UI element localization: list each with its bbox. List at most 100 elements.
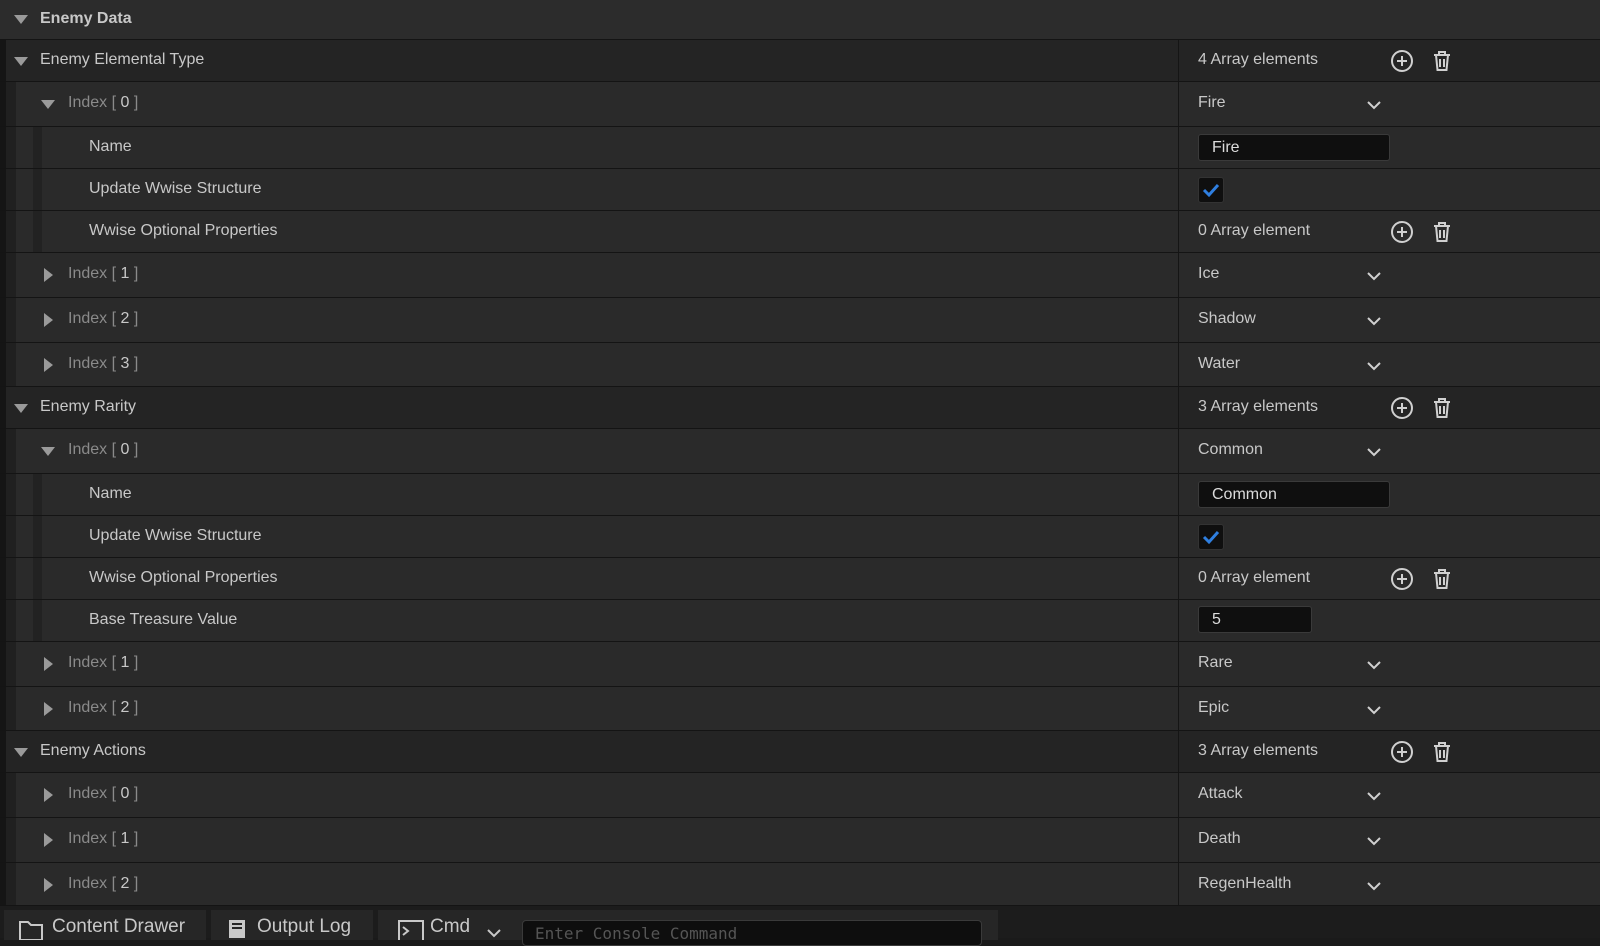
array-item[interactable]: Index [ 2 ] Shadow xyxy=(0,298,1600,343)
enum-dropdown-value[interactable]: RegenHealth xyxy=(1198,875,1291,893)
update-wwise-checkbox[interactable] xyxy=(1198,524,1224,550)
array-item[interactable]: Index [ 2 ] RegenHealth xyxy=(0,863,1600,906)
index-label: Index [ 2 ] xyxy=(68,310,139,327)
field-label: Wwise Optional Properties xyxy=(89,569,278,586)
field-row-update-wwise: Update Wwise Structure xyxy=(0,516,1600,558)
array-item[interactable]: Index [ 0 ] Common xyxy=(0,429,1600,474)
chevron-down-icon[interactable] xyxy=(1366,881,1382,891)
treasure-value-input[interactable]: 5 xyxy=(1198,606,1312,633)
index-label: Index [ 2 ] xyxy=(68,875,139,892)
index-label: Index [ 3 ] xyxy=(68,355,139,372)
name-input[interactable]: Common xyxy=(1198,481,1390,508)
chevron-down-icon[interactable] xyxy=(1366,791,1382,801)
collapse-arrow-icon[interactable] xyxy=(14,15,28,24)
array-count: 0 Array element xyxy=(1198,222,1311,239)
log-icon xyxy=(229,920,245,938)
category-title: Enemy Data xyxy=(40,10,132,27)
name-input[interactable]: Fire xyxy=(1198,134,1390,161)
expand-arrow-icon[interactable] xyxy=(44,358,53,372)
collapse-arrow-icon[interactable] xyxy=(41,447,55,456)
chevron-down-icon[interactable] xyxy=(1366,660,1382,670)
chevron-down-icon[interactable] xyxy=(1366,447,1382,457)
enum-dropdown-value[interactable]: Water xyxy=(1198,355,1240,373)
chevron-down-icon[interactable] xyxy=(1366,316,1382,326)
delete-all-icon[interactable] xyxy=(1430,396,1454,420)
array-item[interactable]: Index [ 3 ] Water xyxy=(0,343,1600,387)
field-label: Name xyxy=(89,138,132,155)
enum-dropdown-value[interactable]: Rare xyxy=(1198,654,1233,672)
add-element-icon[interactable] xyxy=(1390,396,1414,420)
details-panel: Enemy Data Enemy Elemental Type 4 Array … xyxy=(0,0,1600,906)
bottom-status-bar: Content Drawer Output Log Cmd Enter Cons… xyxy=(0,906,1600,946)
collapse-arrow-icon[interactable] xyxy=(14,748,28,757)
checkmark-icon xyxy=(1202,530,1220,545)
field-label: Base Treasure Value xyxy=(89,611,238,628)
content-drawer-button[interactable]: Content Drawer xyxy=(4,910,206,940)
array-item[interactable]: Index [ 1 ] Rare xyxy=(0,642,1600,687)
enum-dropdown-value[interactable]: Death xyxy=(1198,830,1241,848)
update-wwise-checkbox[interactable] xyxy=(1198,177,1224,203)
collapse-arrow-icon[interactable] xyxy=(14,404,28,413)
category-enemy-data[interactable]: Enemy Data xyxy=(0,0,1600,40)
chevron-down-icon[interactable] xyxy=(1366,100,1382,110)
field-row-base-treasure-value: Base Treasure Value 5 xyxy=(0,600,1600,642)
field-row-name: Name Common xyxy=(0,474,1600,516)
expand-arrow-icon[interactable] xyxy=(44,702,53,716)
enum-dropdown-value[interactable]: Epic xyxy=(1198,699,1229,717)
folder-icon xyxy=(19,921,43,940)
add-element-icon[interactable] xyxy=(1390,49,1414,73)
collapse-arrow-icon[interactable] xyxy=(41,100,55,109)
field-row-optional-properties: Wwise Optional Properties 0 Array elemen… xyxy=(0,211,1600,253)
enum-dropdown-value[interactable]: Ice xyxy=(1198,265,1219,283)
expand-arrow-icon[interactable] xyxy=(44,313,53,327)
chevron-down-icon[interactable] xyxy=(1366,705,1382,715)
delete-all-icon[interactable] xyxy=(1430,220,1454,244)
delete-all-icon[interactable] xyxy=(1430,740,1454,764)
section-enemy-rarity[interactable]: Enemy Rarity 3 Array elements xyxy=(0,387,1600,429)
array-item[interactable]: Index [ 0 ] Attack xyxy=(0,773,1600,818)
chevron-down-icon[interactable] xyxy=(1366,361,1382,371)
collapse-arrow-icon[interactable] xyxy=(14,57,28,66)
chevron-down-icon[interactable] xyxy=(1366,271,1382,281)
chevron-down-icon[interactable] xyxy=(486,928,502,938)
array-item[interactable]: Index [ 1 ] Ice xyxy=(0,253,1600,298)
index-label: Index [ 0 ] xyxy=(68,785,139,802)
enum-dropdown-value[interactable]: Common xyxy=(1198,441,1263,459)
array-count: 3 Array elements xyxy=(1198,742,1319,759)
array-item[interactable]: Index [ 0 ] Fire xyxy=(0,82,1600,127)
enum-dropdown-value[interactable]: Fire xyxy=(1198,94,1226,112)
field-label: Update Wwise Structure xyxy=(89,527,262,544)
section-enemy-actions[interactable]: Enemy Actions 3 Array elements xyxy=(0,731,1600,773)
section-label: Enemy Actions xyxy=(40,742,146,759)
expand-arrow-icon[interactable] xyxy=(44,878,53,892)
array-count: 4 Array elements xyxy=(1198,51,1319,68)
enum-dropdown-value[interactable]: Shadow xyxy=(1198,310,1256,328)
expand-arrow-icon[interactable] xyxy=(44,657,53,671)
checkmark-icon xyxy=(1202,183,1220,198)
cmd-dropdown[interactable]: Cmd xyxy=(430,910,470,940)
field-row-name: Name Fire xyxy=(0,127,1600,169)
console-command-input[interactable]: Enter Console Command xyxy=(522,920,982,946)
field-label: Wwise Optional Properties xyxy=(89,222,278,239)
section-enemy-elemental-type[interactable]: Enemy Elemental Type 4 Array elements xyxy=(0,40,1600,82)
expand-arrow-icon[interactable] xyxy=(44,268,53,282)
add-element-icon[interactable] xyxy=(1390,740,1414,764)
output-log-button[interactable]: Output Log xyxy=(211,910,373,940)
add-element-icon[interactable] xyxy=(1390,220,1414,244)
expand-arrow-icon[interactable] xyxy=(44,788,53,802)
delete-all-icon[interactable] xyxy=(1430,49,1454,73)
delete-all-icon[interactable] xyxy=(1430,567,1454,591)
field-row-update-wwise: Update Wwise Structure xyxy=(0,169,1600,211)
expand-arrow-icon[interactable] xyxy=(44,833,53,847)
array-count: 3 Array elements xyxy=(1198,398,1319,415)
add-element-icon[interactable] xyxy=(1390,567,1414,591)
chevron-down-icon[interactable] xyxy=(1366,836,1382,846)
section-label: Enemy Rarity xyxy=(40,398,137,415)
field-label: Update Wwise Structure xyxy=(89,180,262,197)
array-item[interactable]: Index [ 1 ] Death xyxy=(0,818,1600,863)
section-label: Enemy Elemental Type xyxy=(40,51,205,68)
array-item[interactable]: Index [ 2 ] Epic xyxy=(0,687,1600,731)
enum-dropdown-value[interactable]: Attack xyxy=(1198,785,1242,803)
index-label: Index [ 0 ] xyxy=(68,441,139,458)
index-label: Index [ 1 ] xyxy=(68,654,139,671)
